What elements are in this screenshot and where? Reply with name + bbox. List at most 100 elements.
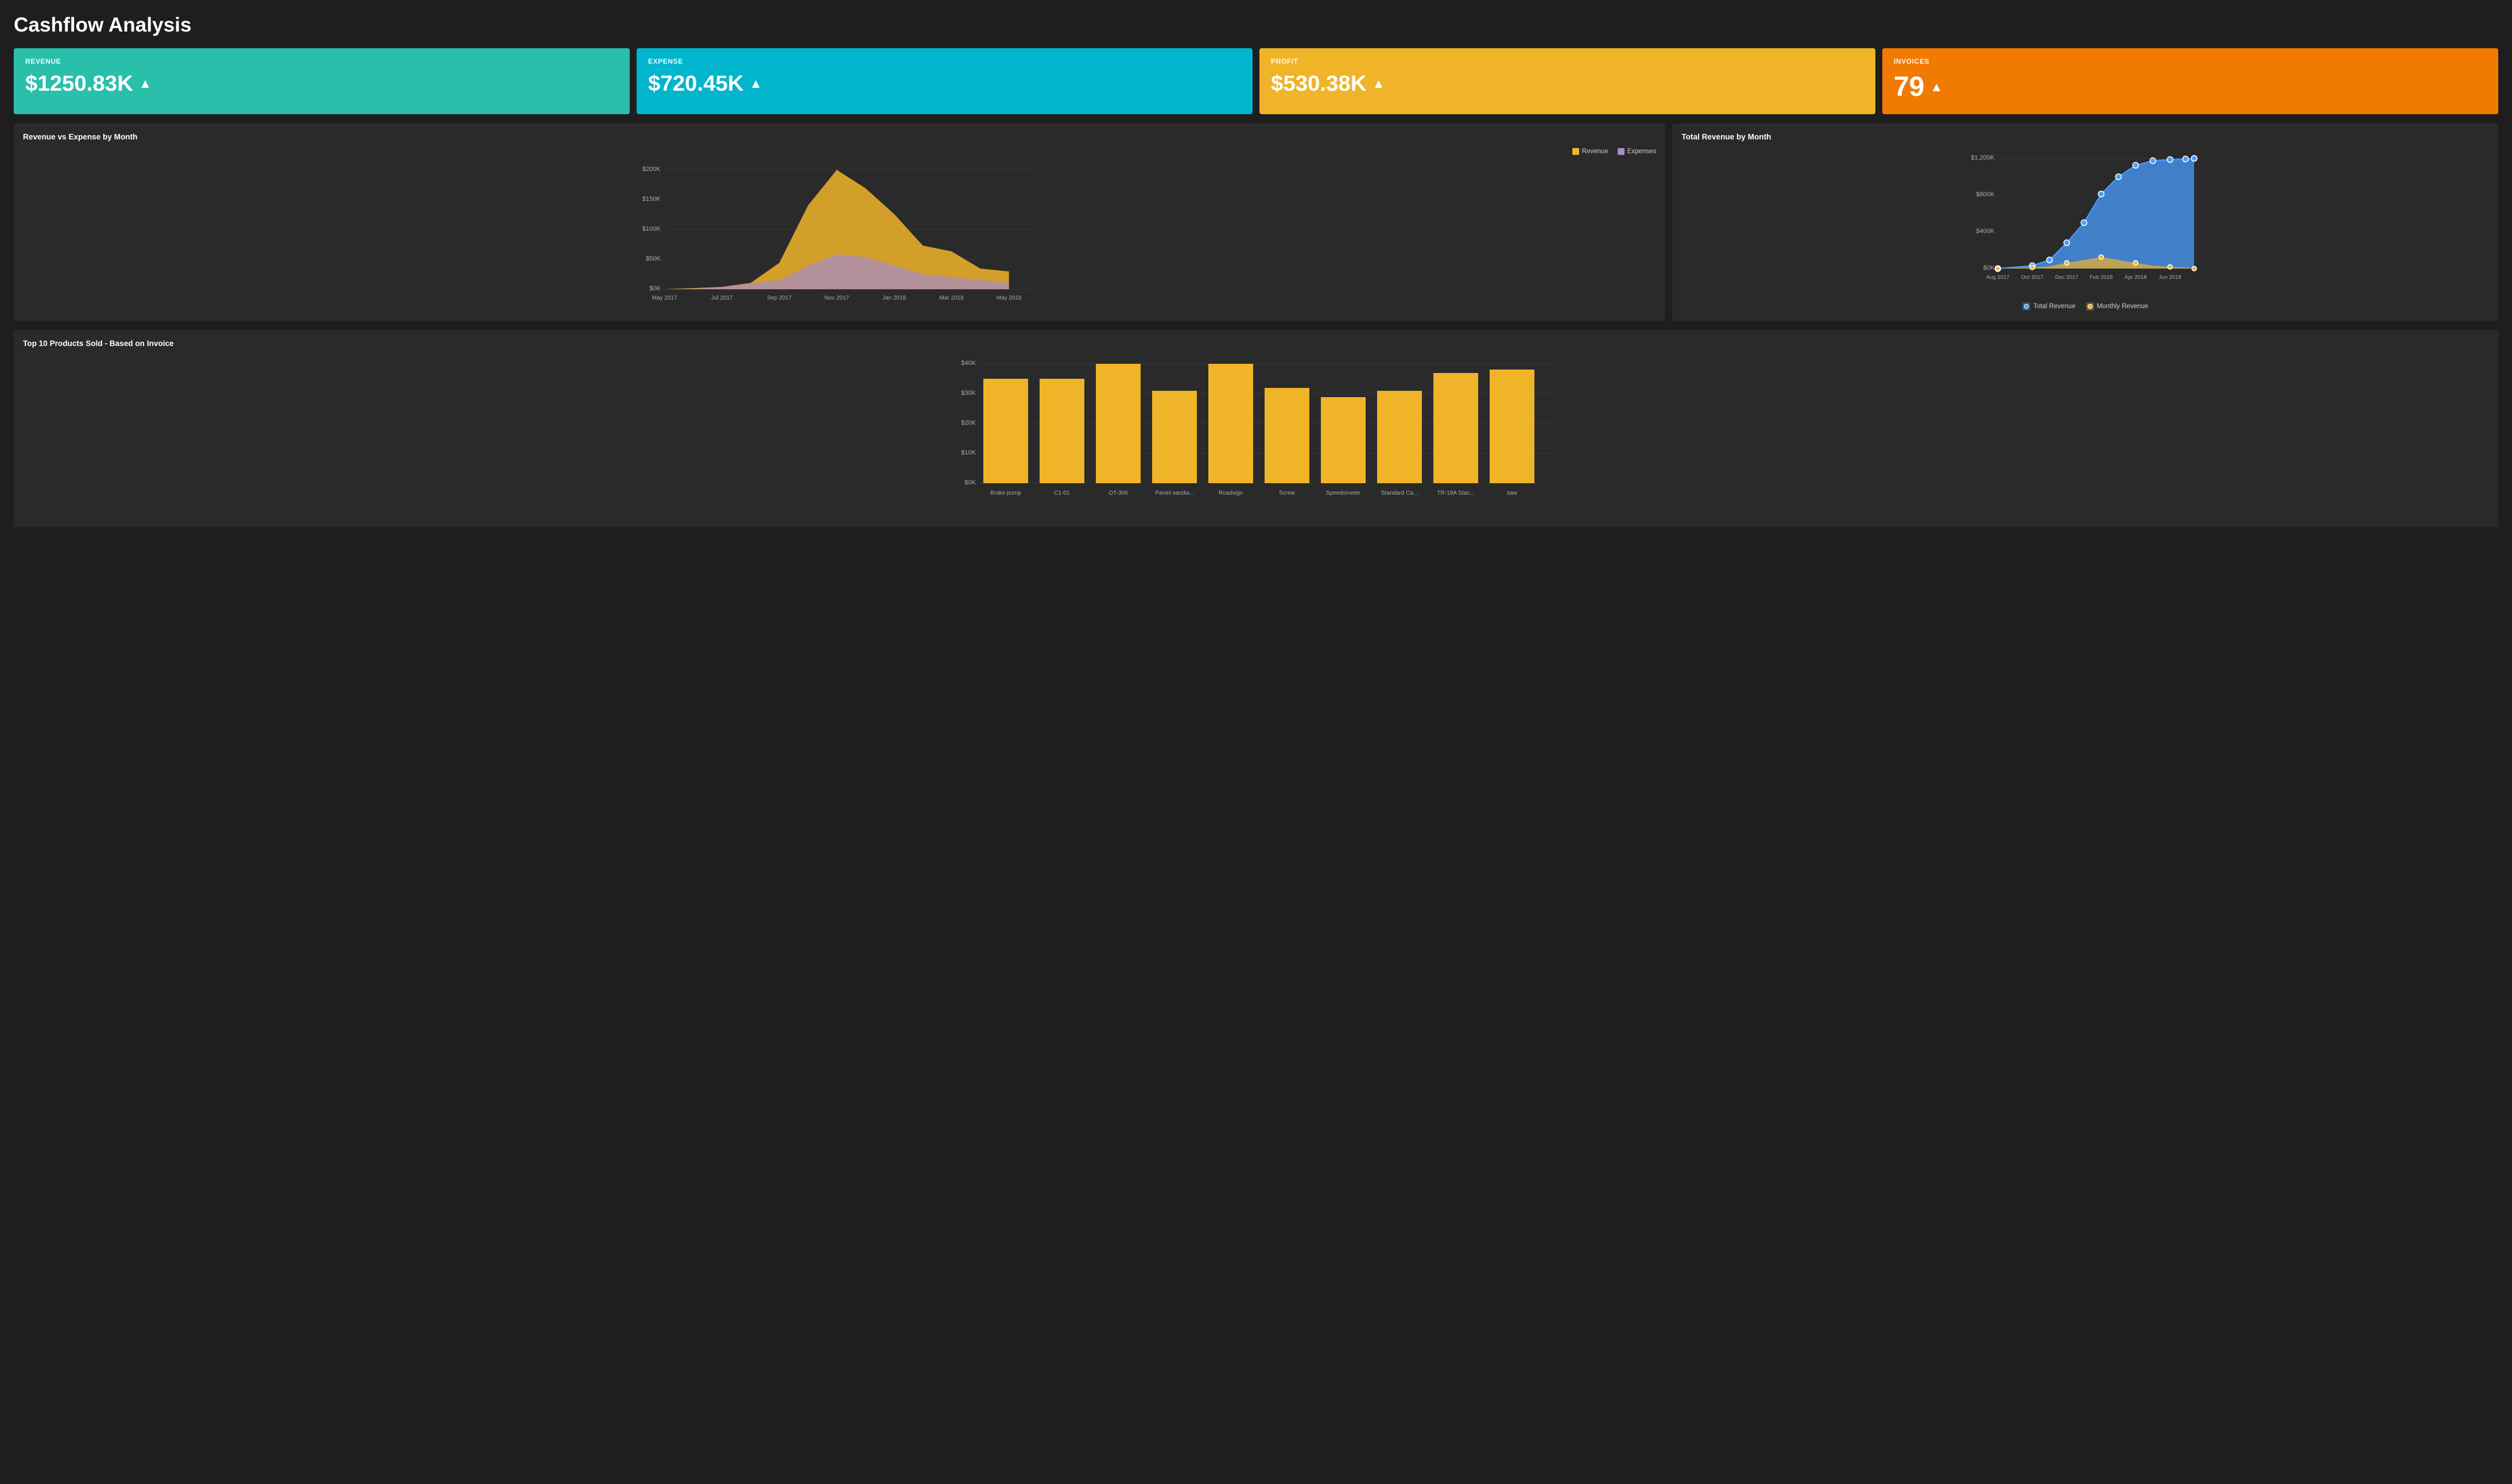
dot: [2133, 162, 2139, 168]
dot: [2099, 191, 2104, 197]
svg-text:Aug 2017: Aug 2017: [1986, 274, 2010, 281]
dot: [2081, 220, 2087, 226]
chart1-svg: $200K $150K $100K $50K $0K: [23, 160, 1656, 309]
bar-ot-306: [1096, 364, 1141, 483]
svg-text:TR-18A Stac...: TR-18A Stac...: [1437, 490, 1474, 496]
bar-roadsign: [1208, 364, 1253, 483]
kpi-card-expense: EXPENSE $720.45K ▲: [637, 48, 1253, 114]
dot: [2168, 157, 2173, 162]
charts-row: Revenue vs Expense by Month Revenue Expe…: [14, 123, 2498, 321]
monthly-dot: [1996, 266, 2001, 271]
svg-text:$100K: $100K: [642, 226, 661, 232]
monthly-dot: [2134, 261, 2138, 265]
svg-text:Screw: Screw: [1279, 490, 1296, 496]
svg-text:Oct 2017: Oct 2017: [2021, 274, 2044, 281]
svg-text:Mar 2018: Mar 2018: [940, 295, 964, 301]
chart1-title: Revenue vs Expense by Month: [23, 133, 1656, 141]
kpi-arrow-expense: ▲: [750, 76, 762, 91]
chart2-legend-total: Total Revenue: [2022, 302, 2076, 310]
kpi-label-invoices: INVOICES: [1894, 57, 2487, 65]
chart1-legend-revenue: Revenue: [1572, 148, 1608, 155]
dot: [2047, 257, 2053, 263]
chart2-svg: $1,200K $800K $400K $0K: [1681, 148, 2489, 297]
bar-panini: [1152, 391, 1197, 483]
kpi-label-profit: PROFIT: [1271, 57, 1864, 65]
svg-text:$1,200K: $1,200K: [1971, 154, 1995, 161]
dot: [2064, 240, 2070, 246]
svg-text:$10K: $10K: [961, 449, 976, 456]
monthly-dot: [2099, 255, 2104, 259]
svg-text:Brake pump: Brake pump: [990, 490, 1021, 496]
chart-top10-products: Top 10 Products Sold - Based on Invoice …: [14, 330, 2498, 527]
dot: [2116, 174, 2122, 180]
svg-text:$0K: $0K: [649, 285, 661, 292]
bar-saw: [1490, 370, 1534, 483]
total-revenue-area: [1998, 158, 2195, 269]
kpi-card-profit: PROFIT $530.38K ▲: [1259, 48, 1875, 114]
kpi-card-revenue: REVENUE $1250.83K ▲: [14, 48, 630, 114]
svg-text:$400K: $400K: [1976, 228, 1995, 235]
dot: [2183, 156, 2189, 162]
bar-brake-pump: [983, 379, 1028, 483]
page-title: Cashflow Analysis: [14, 14, 2498, 37]
chart3-title: Top 10 Products Sold - Based on Invoice: [23, 339, 2489, 348]
monthly-revenue-legend-icon: [2086, 302, 2094, 310]
kpi-arrow-profit: ▲: [1373, 76, 1385, 91]
total-revenue-legend-icon: [2022, 302, 2030, 310]
dot: [2192, 156, 2197, 161]
monthly-dot: [2065, 261, 2069, 265]
svg-text:$20K: $20K: [961, 419, 976, 426]
kpi-card-invoices: INVOICES 79 ▲: [1882, 48, 2498, 114]
kpi-label-expense: EXPENSE: [648, 57, 1241, 65]
monthly-dot: [2192, 266, 2197, 271]
kpi-value-invoices: 79 ▲: [1894, 71, 2487, 103]
svg-text:Sep 2017: Sep 2017: [767, 295, 792, 301]
chart1-area: $200K $150K $100K $50K $0K: [23, 160, 1656, 312]
kpi-label-revenue: REVENUE: [25, 57, 618, 65]
svg-text:saw: saw: [1507, 490, 1518, 496]
bar-standard-ca: [1377, 391, 1422, 483]
kpi-value-revenue: $1250.83K ▲: [25, 71, 618, 96]
chart2-title: Total Revenue by Month: [1681, 133, 2489, 141]
expenses-legend-icon: [1618, 148, 1625, 155]
svg-text:Jul 2017: Jul 2017: [711, 295, 733, 301]
svg-text:Roadsign: Roadsign: [1219, 490, 1243, 496]
chart3-svg: $40K $30K $20K $10K $0K Brake pump C1-01…: [23, 355, 2489, 515]
svg-text:Nov 2017: Nov 2017: [824, 295, 849, 301]
chart3-area: $40K $30K $20K $10K $0K Brake pump C1-01…: [23, 355, 2489, 518]
monthly-dot: [2168, 265, 2173, 269]
svg-text:Dec 2017: Dec 2017: [2055, 274, 2079, 281]
bar-tr18a: [1433, 373, 1478, 483]
svg-text:$150K: $150K: [642, 196, 661, 203]
svg-text:Standard Ca...: Standard Ca...: [1381, 490, 1418, 496]
kpi-value-profit: $530.38K ▲: [1271, 71, 1864, 96]
chart1-legend-expenses: Expenses: [1618, 148, 1657, 155]
svg-text:$50K: $50K: [646, 255, 661, 262]
svg-text:Feb 2018: Feb 2018: [2090, 274, 2113, 281]
svg-text:$0K: $0K: [1983, 265, 1995, 271]
svg-text:Jan 2018: Jan 2018: [882, 295, 906, 301]
dot: [2150, 158, 2156, 164]
kpi-arrow-invoices: ▲: [1930, 80, 1943, 95]
chart-revenue-expense: Revenue vs Expense by Month Revenue Expe…: [14, 123, 1665, 321]
chart2-area: $1,200K $800K $400K $0K: [1681, 148, 2489, 300]
svg-text:$200K: $200K: [642, 166, 661, 173]
bar-screw: [1265, 388, 1309, 483]
svg-text:May 2017: May 2017: [652, 295, 677, 301]
svg-text:$800K: $800K: [1976, 191, 1995, 198]
bar-c1-01: [1040, 379, 1084, 483]
svg-text:OT-306: OT-306: [1108, 490, 1128, 496]
svg-text:Jun 2018: Jun 2018: [2159, 274, 2181, 281]
svg-text:$30K: $30K: [961, 390, 976, 397]
kpi-row: REVENUE $1250.83K ▲ EXPENSE $720.45K ▲ P…: [14, 48, 2498, 114]
svg-text:Speedometer: Speedometer: [1326, 490, 1361, 496]
svg-text:Panini sandw...: Panini sandw...: [1155, 490, 1193, 496]
revenue-legend-icon: [1572, 148, 1579, 155]
svg-text:$0K: $0K: [964, 479, 976, 486]
chart-total-revenue: Total Revenue by Month $1,200K $800K $40…: [1672, 123, 2498, 321]
bar-speedometer: [1321, 397, 1366, 483]
chart2-legend-monthly: Monthly Revenue: [2086, 302, 2149, 310]
kpi-arrow-revenue: ▲: [139, 76, 152, 91]
svg-text:C1-01: C1-01: [1054, 490, 1070, 496]
svg-text:Apr 2018: Apr 2018: [2125, 274, 2147, 281]
